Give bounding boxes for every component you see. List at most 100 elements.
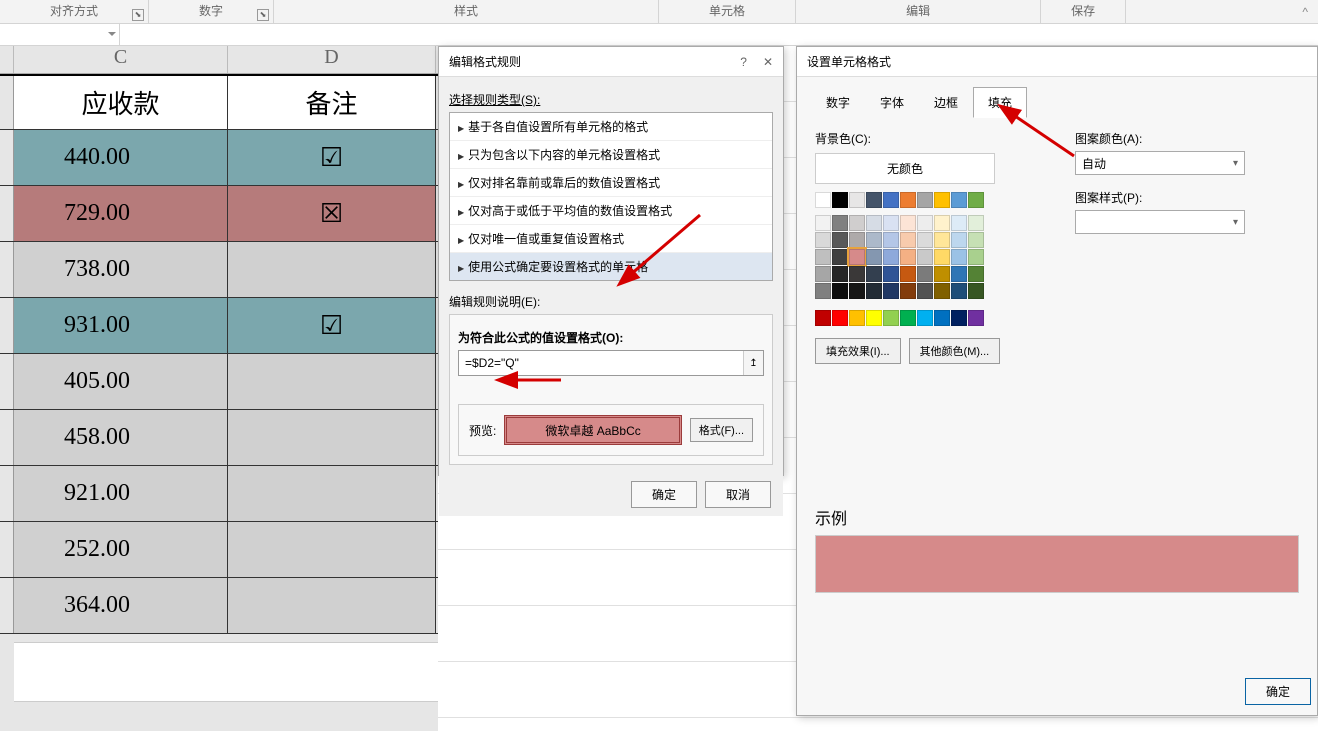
color-swatch[interactable] [866, 232, 882, 248]
color-swatch[interactable] [917, 266, 933, 282]
color-swatch[interactable] [951, 249, 967, 265]
color-swatch[interactable] [849, 232, 865, 248]
ok-button[interactable]: 确定 [1245, 678, 1311, 705]
pattern-style-combo[interactable]: ▾ [1075, 210, 1245, 234]
color-swatch[interactable] [866, 249, 882, 265]
color-swatch[interactable] [832, 283, 848, 299]
color-swatch[interactable] [849, 266, 865, 282]
color-swatch[interactable] [849, 249, 865, 265]
cell-d[interactable] [228, 410, 436, 465]
color-swatch[interactable] [866, 192, 882, 208]
color-swatch[interactable] [900, 266, 916, 282]
color-swatch[interactable] [815, 283, 831, 299]
rule-type-item[interactable]: 使用公式确定要设置格式的单元格 [450, 253, 772, 280]
color-swatch[interactable] [900, 215, 916, 231]
color-swatch[interactable] [866, 215, 882, 231]
other-colors-button[interactable]: 其他颜色(M)... [909, 338, 1001, 364]
color-swatch[interactable] [832, 232, 848, 248]
column-header-d[interactable]: D [228, 46, 436, 73]
color-swatch[interactable] [866, 310, 882, 326]
cell-d[interactable]: ☒ [228, 186, 436, 241]
name-box[interactable] [0, 24, 120, 46]
cell-d[interactable] [228, 578, 436, 633]
dialog-launcher-icon[interactable]: ⬊ [132, 9, 144, 21]
color-swatch[interactable] [849, 192, 865, 208]
color-swatch[interactable] [934, 266, 950, 282]
color-swatch[interactable] [832, 266, 848, 282]
color-swatch[interactable] [900, 310, 916, 326]
color-swatch[interactable] [951, 266, 967, 282]
color-swatch[interactable] [900, 192, 916, 208]
tab-number[interactable]: 数字 [811, 87, 865, 118]
rule-type-item[interactable]: 仅对唯一值或重复值设置格式 [450, 225, 772, 253]
color-swatch[interactable] [832, 310, 848, 326]
cell-c[interactable]: 364.00 [14, 578, 228, 633]
cell-c[interactable]: 405.00 [14, 354, 228, 409]
color-swatch[interactable] [917, 232, 933, 248]
format-button[interactable]: 格式(F)... [690, 418, 753, 442]
color-swatch[interactable] [866, 283, 882, 299]
color-swatch[interactable] [849, 310, 865, 326]
color-swatch[interactable] [832, 215, 848, 231]
tab-font[interactable]: 字体 [865, 87, 919, 118]
color-swatch[interactable] [900, 232, 916, 248]
help-icon[interactable]: ? [740, 47, 747, 77]
color-swatch[interactable] [917, 283, 933, 299]
color-swatch[interactable] [815, 266, 831, 282]
color-swatch[interactable] [815, 310, 831, 326]
ok-button[interactable]: 确定 [631, 481, 697, 508]
color-swatch[interactable] [934, 310, 950, 326]
color-swatch[interactable] [849, 283, 865, 299]
no-color-button[interactable]: 无颜色 [815, 153, 995, 184]
row-header[interactable] [0, 578, 14, 633]
color-swatch[interactable] [883, 283, 899, 299]
color-swatch[interactable] [832, 249, 848, 265]
row-header[interactable] [0, 242, 14, 297]
color-swatch[interactable] [815, 232, 831, 248]
cell-c[interactable]: 921.00 [14, 466, 228, 521]
cell-c[interactable]: 252.00 [14, 522, 228, 577]
formula-input[interactable] [459, 351, 743, 375]
color-swatch[interactable] [917, 215, 933, 231]
no-color-swatch[interactable] [815, 192, 831, 208]
color-swatch[interactable] [883, 249, 899, 265]
color-swatch[interactable] [951, 192, 967, 208]
close-icon[interactable]: ✕ [763, 47, 773, 77]
row-header[interactable] [0, 186, 14, 241]
row-header[interactable] [0, 76, 14, 129]
color-swatch[interactable] [900, 283, 916, 299]
row-header[interactable] [0, 410, 14, 465]
cell-c[interactable]: 931.00 [14, 298, 228, 353]
cell-d[interactable]: ☑ [228, 130, 436, 185]
color-swatch[interactable] [951, 215, 967, 231]
color-swatch[interactable] [968, 283, 984, 299]
color-swatch[interactable] [883, 232, 899, 248]
color-swatch[interactable] [883, 215, 899, 231]
color-swatch[interactable] [951, 283, 967, 299]
color-swatch[interactable] [900, 249, 916, 265]
range-picker-icon[interactable]: ↥ [743, 351, 763, 375]
row-header[interactable] [0, 298, 14, 353]
color-swatch[interactable] [917, 310, 933, 326]
color-swatch[interactable] [883, 192, 899, 208]
row-header[interactable] [0, 354, 14, 409]
color-swatch[interactable] [951, 310, 967, 326]
color-swatch[interactable] [815, 215, 831, 231]
color-swatch[interactable] [934, 232, 950, 248]
tab-border[interactable]: 边框 [919, 87, 973, 118]
spreadsheet[interactable]: C D 应收款 备注 440.00 ☑ 729.00 ☒ 738.00 931.… [0, 46, 438, 731]
cell-d[interactable] [228, 242, 436, 297]
color-swatch[interactable] [968, 215, 984, 231]
cancel-button[interactable]: 取消 [705, 481, 771, 508]
color-swatch[interactable] [968, 249, 984, 265]
color-swatch[interactable] [832, 192, 848, 208]
color-swatch[interactable] [934, 283, 950, 299]
color-swatch[interactable] [968, 266, 984, 282]
color-swatch[interactable] [917, 249, 933, 265]
color-swatch[interactable] [883, 310, 899, 326]
color-swatch[interactable] [866, 266, 882, 282]
color-swatch[interactable] [968, 232, 984, 248]
cell-d[interactable] [228, 466, 436, 521]
tab-fill[interactable]: 填充 [973, 87, 1027, 118]
color-swatch[interactable] [934, 249, 950, 265]
